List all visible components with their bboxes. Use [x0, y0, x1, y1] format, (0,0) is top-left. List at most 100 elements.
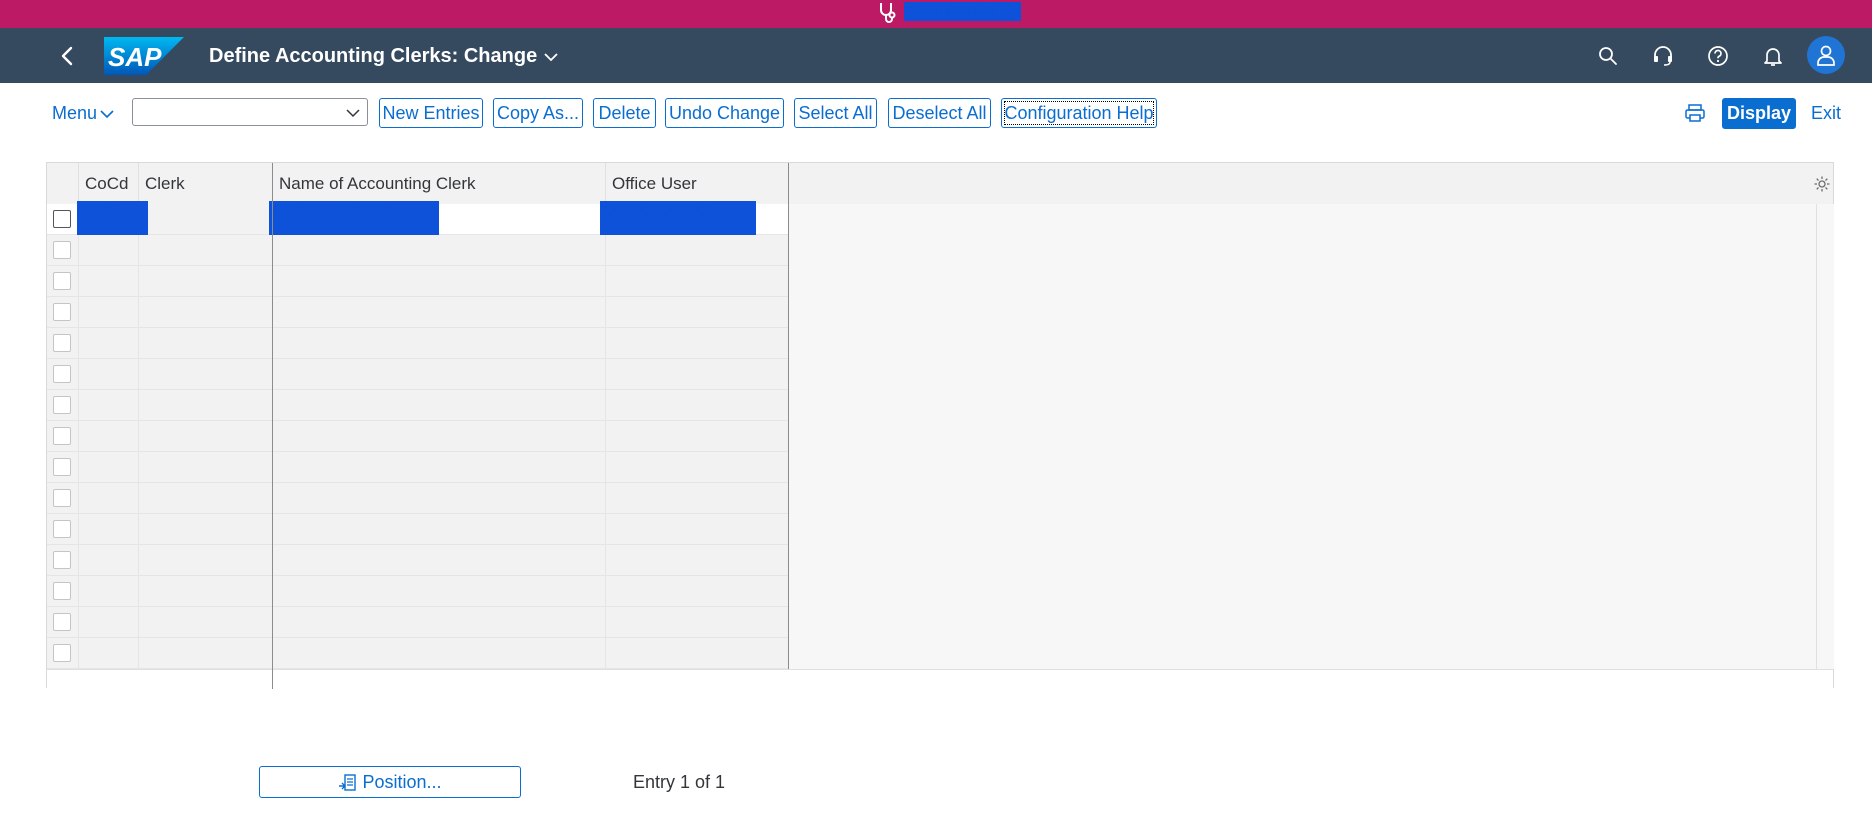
support-button[interactable] — [1648, 41, 1678, 71]
notifications-button[interactable] — [1758, 41, 1788, 71]
table-cell[interactable] — [605, 328, 788, 358]
row-checkbox[interactable] — [53, 210, 71, 228]
table-row[interactable] — [47, 390, 788, 421]
table-cell[interactable] — [78, 607, 138, 637]
table-cell[interactable] — [78, 514, 138, 544]
table-cell[interactable] — [138, 359, 272, 389]
row-checkbox[interactable] — [53, 458, 71, 476]
row-checkbox[interactable] — [53, 582, 71, 600]
page-title[interactable]: Define Accounting Clerks: Change — [209, 42, 537, 70]
table-cell[interactable] — [605, 576, 788, 606]
new-entries-button[interactable]: New Entries — [379, 98, 483, 128]
chevron-down-icon[interactable] — [542, 48, 560, 66]
row-checkbox[interactable] — [53, 644, 71, 662]
table-cell[interactable] — [605, 421, 788, 451]
table-cell[interactable] — [605, 545, 788, 575]
table-row[interactable] — [47, 297, 788, 328]
table-cell[interactable] — [272, 235, 605, 265]
table-cell[interactable] — [605, 266, 788, 296]
table-cell[interactable] — [138, 266, 272, 296]
table-cell[interactable] — [272, 328, 605, 358]
table-row[interactable] — [47, 421, 788, 452]
table-cell[interactable] — [272, 266, 605, 296]
table-cell[interactable] — [78, 359, 138, 389]
delete-button[interactable]: Delete — [593, 98, 656, 128]
table-row[interactable] — [47, 514, 788, 545]
table-cell[interactable] — [272, 607, 605, 637]
select-column-header[interactable] — [47, 163, 78, 204]
stethoscope-icon[interactable] — [876, 1, 898, 25]
table-row[interactable] — [47, 328, 788, 359]
table-row[interactable] — [47, 266, 788, 297]
horizontal-scrollbar[interactable] — [47, 669, 1833, 688]
table-cell[interactable] — [78, 266, 138, 296]
cell-cocd-value[interactable]: XXXX — [77, 201, 148, 236]
row-checkbox[interactable] — [53, 365, 71, 383]
menu-button[interactable]: Menu — [52, 101, 97, 125]
row-checkbox[interactable] — [53, 303, 71, 321]
chevron-down-icon[interactable] — [99, 106, 115, 122]
back-button[interactable] — [52, 41, 84, 71]
column-header-office-user[interactable]: Office User — [605, 163, 788, 204]
sap-logo[interactable]: SAP — [104, 37, 184, 75]
table-cell[interactable] — [138, 452, 272, 482]
position-button[interactable]: Position... — [259, 766, 521, 798]
table-row[interactable] — [47, 235, 788, 266]
table-cell[interactable] — [272, 390, 605, 420]
table-cell[interactable] — [78, 452, 138, 482]
row-checkbox[interactable] — [53, 520, 71, 538]
table-cell[interactable] — [605, 359, 788, 389]
table-cell[interactable] — [138, 235, 272, 265]
cell-name-value[interactable]: XXXXXXXXXXXXX — [269, 201, 439, 236]
table-cell[interactable] — [605, 607, 788, 637]
select-all-button[interactable]: Select All — [794, 98, 877, 128]
table-cell[interactable] — [605, 452, 788, 482]
table-cell[interactable] — [78, 328, 138, 358]
table-cell[interactable] — [605, 638, 788, 668]
table-cell[interactable] — [78, 297, 138, 327]
table-cell[interactable] — [78, 483, 138, 513]
table-cell[interactable] — [272, 452, 605, 482]
table-cell[interactable] — [605, 483, 788, 513]
table-row[interactable] — [47, 607, 788, 638]
table-cell[interactable] — [78, 390, 138, 420]
table-cell[interactable] — [138, 545, 272, 575]
row-checkbox[interactable] — [53, 489, 71, 507]
table-cell[interactable] — [605, 297, 788, 327]
table-cell[interactable] — [272, 359, 605, 389]
table-cell[interactable] — [272, 576, 605, 606]
table-row[interactable] — [47, 545, 788, 576]
table-cell[interactable] — [272, 421, 605, 451]
table-cell[interactable] — [78, 638, 138, 668]
table-cell[interactable] — [138, 576, 272, 606]
table-cell[interactable] — [78, 235, 138, 265]
table-cell[interactable] — [138, 638, 272, 668]
table-cell[interactable] — [138, 514, 272, 544]
row-checkbox[interactable] — [53, 272, 71, 290]
search-button[interactable] — [1593, 41, 1623, 71]
display-button[interactable]: Display — [1722, 98, 1796, 129]
system-info-redacted[interactable]: Client 100/100 — [904, 2, 1021, 21]
table-cell[interactable] — [138, 421, 272, 451]
table-cell[interactable] — [605, 514, 788, 544]
column-header-cocd[interactable]: CoCd — [78, 163, 138, 204]
row-checkbox[interactable] — [53, 396, 71, 414]
user-avatar-button[interactable] — [1807, 36, 1845, 74]
table-cell[interactable] — [138, 483, 272, 513]
vertical-scrollbar[interactable] — [1816, 204, 1834, 669]
table-cell[interactable] — [605, 235, 788, 265]
table-cell[interactable] — [272, 545, 605, 575]
help-button[interactable] — [1703, 41, 1733, 71]
cell-clerk[interactable] — [138, 204, 272, 234]
table-cell[interactable] — [272, 297, 605, 327]
print-icon[interactable] — [1684, 102, 1706, 124]
table-cell[interactable] — [78, 421, 138, 451]
configuration-help-button[interactable]: Configuration Help — [1001, 98, 1157, 128]
table-row[interactable] — [47, 483, 788, 514]
table-cell[interactable] — [272, 638, 605, 668]
column-header-clerk[interactable]: Clerk — [138, 163, 272, 204]
table-cell[interactable] — [138, 297, 272, 327]
table-cell[interactable] — [78, 576, 138, 606]
gear-icon[interactable] — [1813, 175, 1831, 193]
table-row[interactable] — [47, 452, 788, 483]
